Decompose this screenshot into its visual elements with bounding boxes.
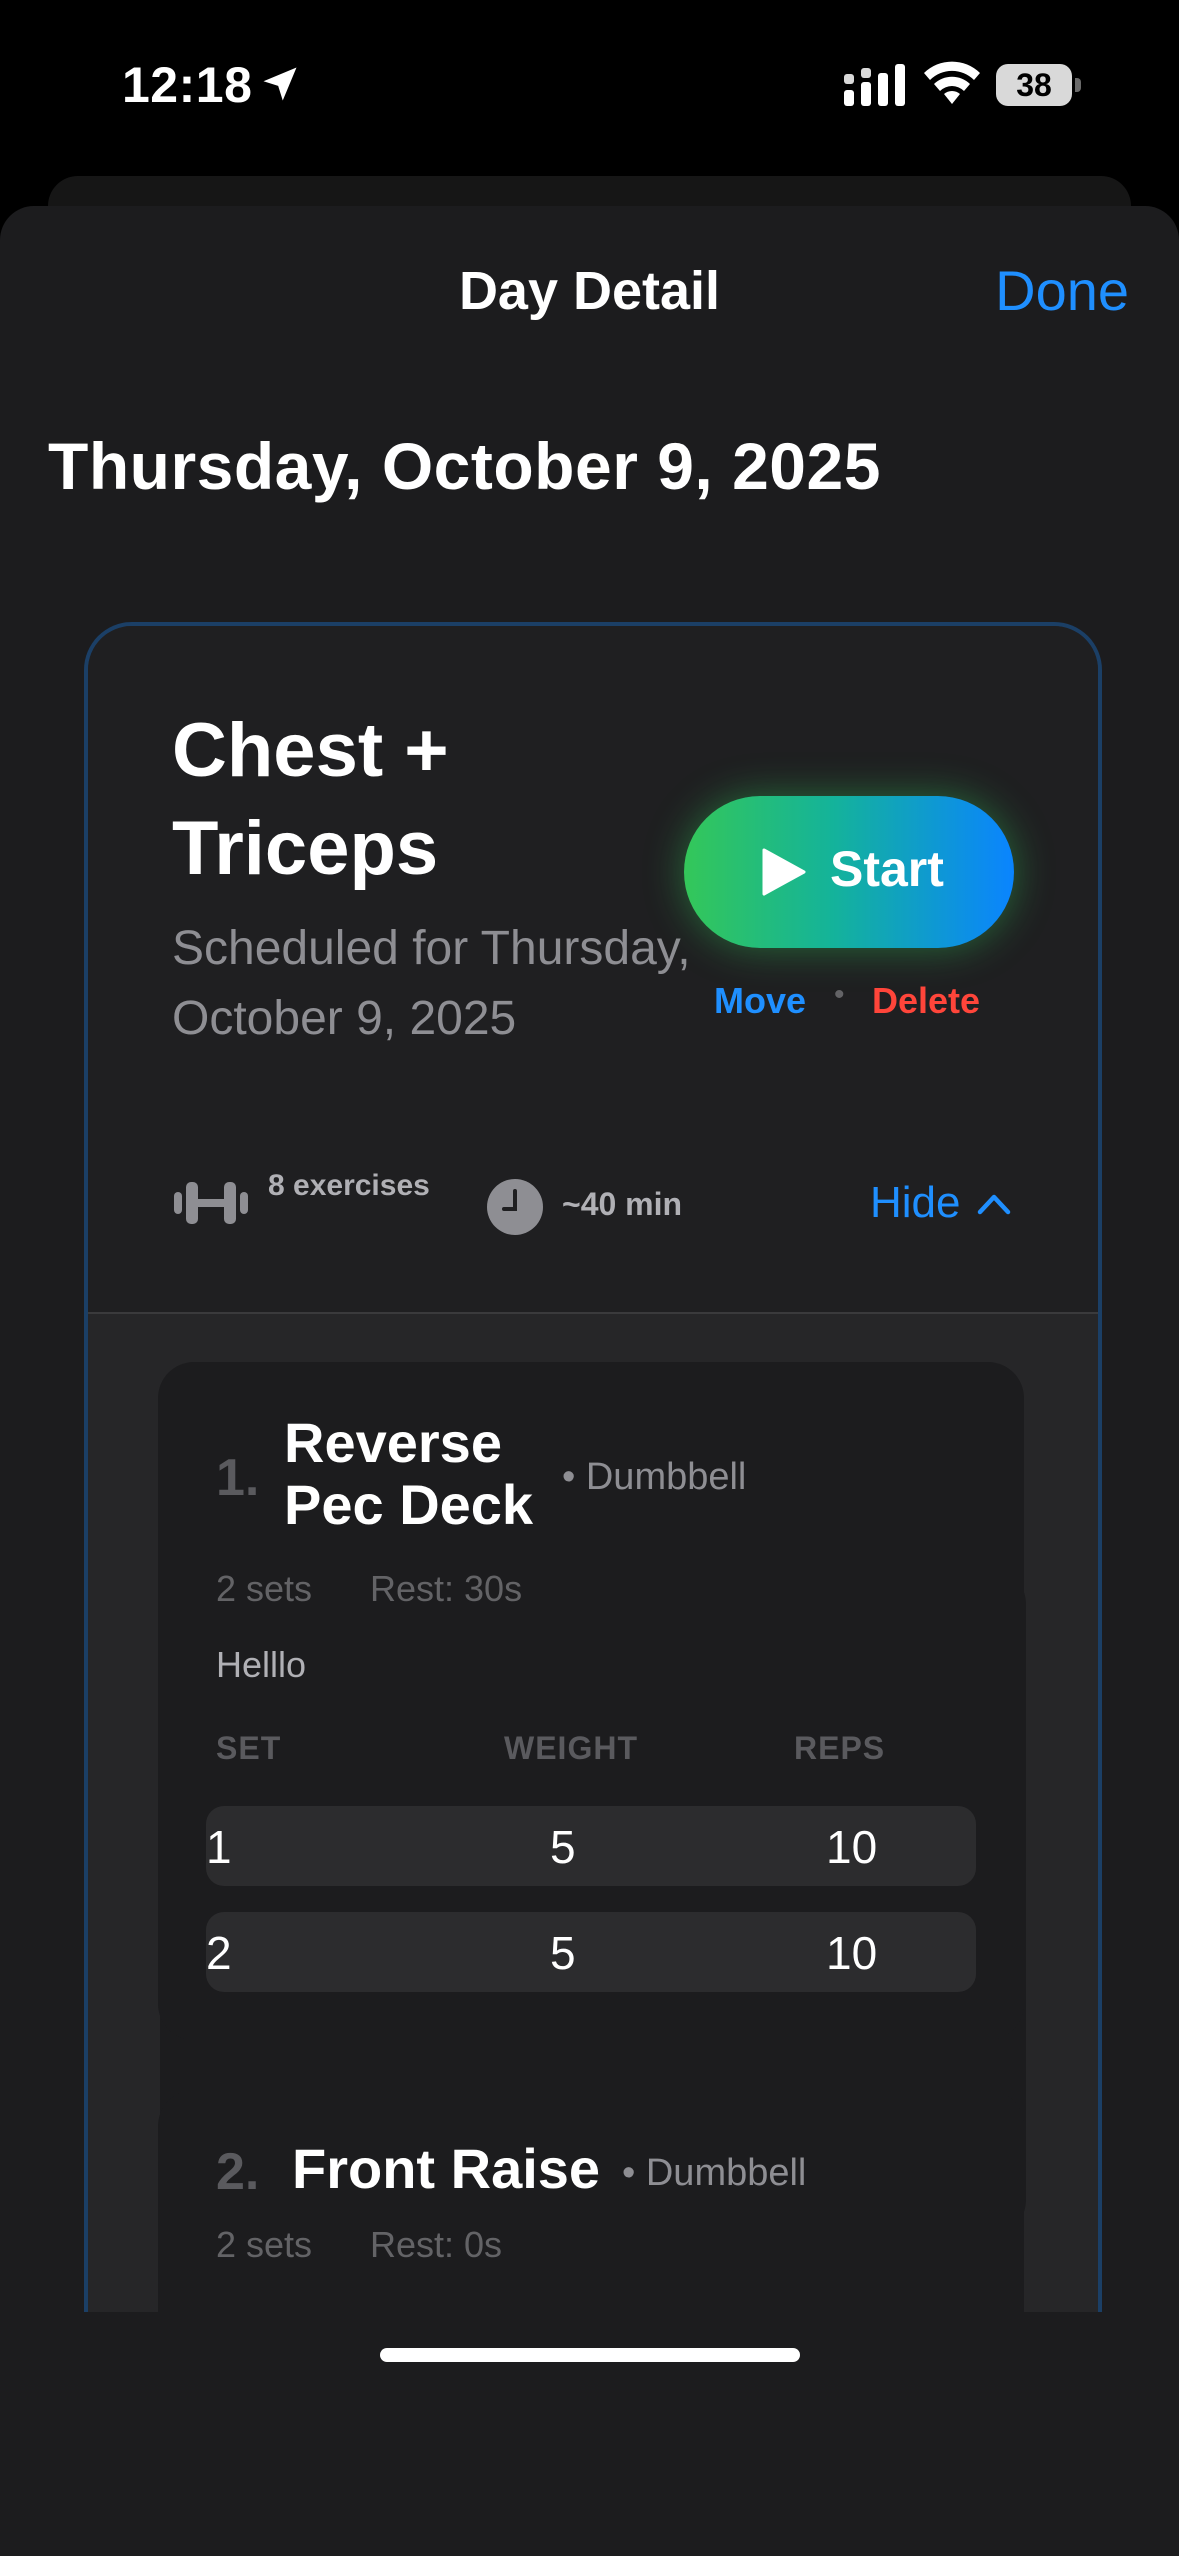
exercise-sets: 2 sets (216, 2224, 313, 2265)
set-number: 2 (206, 1927, 232, 1979)
exercise-equipment: • Dumbbell (622, 2152, 807, 2194)
exercise-rest: Rest: 30s (370, 1568, 523, 1609)
battery-level: 38 (996, 64, 1072, 106)
set-row[interactable]: 2 5 10 (206, 1912, 976, 1992)
clock-icon (487, 1179, 543, 1235)
exercise-sets: 2 sets (216, 1568, 313, 1609)
exercise-name: Front Raise (292, 2137, 601, 2200)
exercise-number: 1. (216, 1449, 260, 1507)
play-icon (762, 848, 806, 896)
wifi-icon (924, 61, 980, 104)
home-indicator[interactable] (380, 2348, 800, 2362)
workout-title: Chest + Triceps (172, 708, 449, 891)
column-header-set: SET (216, 1730, 282, 1766)
location-arrow-icon (263, 67, 297, 101)
move-button[interactable]: Move (714, 980, 806, 1022)
start-label: Start (830, 841, 944, 897)
exercise-number: 2. (216, 2143, 260, 2201)
hide-button[interactable]: Hide (870, 1178, 961, 1228)
set-reps: 10 (826, 1927, 878, 1979)
status-bar: 12:18 38 (0, 0, 1179, 170)
column-header-reps: REPS (794, 1730, 886, 1766)
exercise-note: Helllo (216, 1644, 307, 1685)
separator-dot: • (834, 978, 845, 1011)
start-button[interactable]: Start (684, 796, 1014, 948)
cellular-signal-icon (844, 64, 905, 106)
duration: ~40 min (562, 1186, 683, 1222)
status-time: 12:18 (122, 57, 253, 113)
set-weight: 5 (550, 1821, 576, 1873)
done-button[interactable]: Done (995, 258, 1129, 323)
exercises-count: 8 exercises (268, 1169, 430, 1202)
set-number: 1 (206, 1821, 232, 1873)
exercise-card-1[interactable]: 1. Reverse Pec Deck • Dumbbell 2 sets Re… (158, 1362, 1024, 2040)
workout-schedule: Scheduled for Thursday, October 9, 2025 (172, 922, 691, 1045)
exercise-rest: Rest: 0s (370, 2224, 503, 2265)
battery-tip (1075, 78, 1081, 92)
workout-card-header: Chest + Triceps Scheduled for Thursday, … (88, 626, 1098, 1314)
battery-icon: 38 (996, 64, 1082, 106)
delete-button[interactable]: Delete (872, 980, 980, 1022)
chevron-up-icon[interactable] (976, 1188, 1012, 1218)
exercise-equipment: • Dumbbell (562, 1456, 747, 1498)
column-header-weight: WEIGHT (504, 1730, 638, 1766)
set-reps: 10 (826, 1821, 878, 1873)
set-weight: 5 (550, 1927, 576, 1979)
exercise-name: Reverse Pec Deck (284, 1411, 534, 1536)
dumbbell-icon (174, 1182, 248, 1224)
set-row[interactable]: 1 5 10 (206, 1806, 976, 1886)
date-title: Thursday, October 9, 2025 (48, 429, 881, 503)
